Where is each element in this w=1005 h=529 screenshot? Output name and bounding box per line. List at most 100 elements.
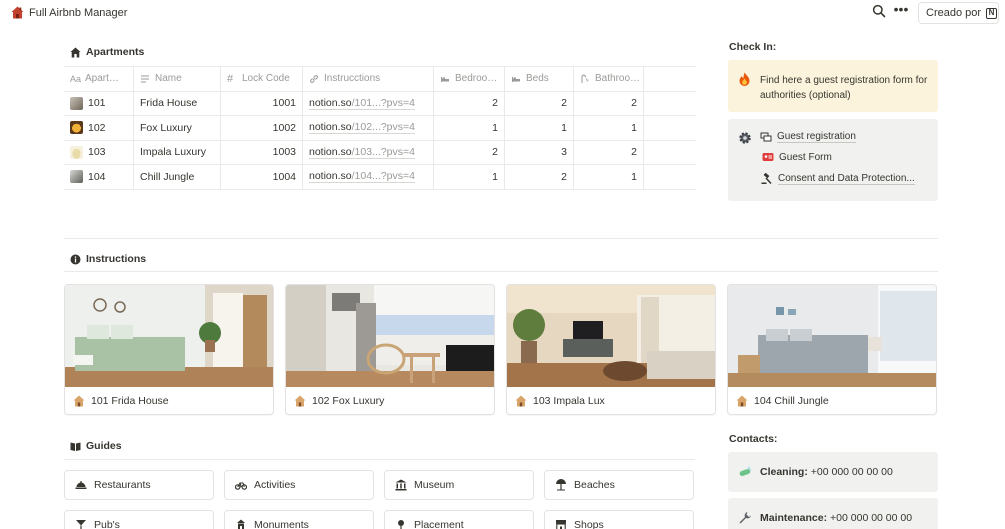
apartment-thumbnail (70, 170, 83, 184)
info-icon (70, 254, 81, 264)
gear-icon (739, 132, 751, 144)
instruction-card-103[interactable]: 103 Impala Lux (506, 284, 716, 415)
cell-empty (644, 116, 696, 140)
cell-bathrooms[interactable]: 2 (574, 91, 644, 115)
guest-registration-link[interactable]: Guest registration (760, 131, 856, 143)
cloche-icon (75, 481, 87, 489)
cell-lock-code[interactable]: 1002 (221, 116, 303, 140)
column-header-instructions[interactable]: Instrucctions (303, 67, 434, 91)
callout-text: Find here a guest registration form for … (760, 75, 928, 101)
table-row[interactable]: 104 Chill Jungle 1004 notion.so/104...?p… (64, 165, 696, 190)
cell-apartment[interactable]: 103 (64, 140, 134, 164)
guide-restaurants-button[interactable]: Restaurants (64, 470, 214, 500)
cell-beds[interactable]: 3 (505, 140, 574, 164)
cell-name[interactable]: Impala Luxury (134, 140, 221, 164)
bed-icon (512, 76, 520, 82)
cell-instructions-link[interactable]: notion.so/103...?pvs=4 (303, 140, 434, 164)
cell-empty (644, 92, 696, 116)
cell-lock-code[interactable]: 1003 (221, 140, 303, 164)
list-lines-icon (141, 75, 149, 83)
apartment-thumbnail (70, 145, 83, 159)
cell-instructions-link[interactable]: notion.so/104...?pvs=4 (303, 165, 434, 189)
cell-lock-code[interactable]: 1004 (221, 165, 303, 189)
column-header-apartment[interactable]: Aa Apart… (64, 67, 134, 91)
column-header-lock-code[interactable]: # Lock Code (221, 67, 303, 91)
cell-name[interactable]: Fox Luxury (134, 116, 221, 140)
consent-data-protection-link[interactable]: Consent and Data Protection... (761, 173, 915, 185)
cell-bedrooms[interactable]: 2 (434, 140, 505, 164)
table-row[interactable]: 103 Impala Luxury 1003 notion.so/103...?… (64, 140, 696, 165)
contact-cleaning: Cleaning: +00 000 00 00 00 (728, 452, 938, 492)
cell-beds[interactable]: 2 (505, 91, 574, 115)
instruction-card-101[interactable]: 101 Frida House (64, 284, 274, 415)
column-header-bathrooms[interactable]: Bathroo… (574, 67, 644, 91)
shop-icon (556, 520, 566, 529)
column-header-empty (644, 67, 696, 91)
created-by-label: Creado por (926, 7, 982, 19)
monument-icon (237, 519, 245, 529)
check-in-links-callout: Guest registration Guest Form Consent an… (728, 119, 938, 201)
card-label: 104 Chill Jungle (736, 395, 829, 407)
guest-form-link[interactable]: Guest Form (762, 151, 832, 163)
apartment-thumbnail (70, 96, 83, 110)
cell-beds[interactable]: 1 (505, 116, 574, 140)
guide-museum-button[interactable]: Museum (384, 470, 534, 500)
bed-icon (441, 76, 449, 82)
cell-name[interactable]: Frida House (134, 91, 221, 115)
museum-icon (395, 479, 407, 491)
cell-instructions-link[interactable]: notion.so/101...?pvs=4 (303, 91, 434, 115)
section-divider (64, 238, 938, 239)
guides-underline (64, 459, 695, 460)
card-label: 102 Fox Luxury (294, 395, 384, 407)
instructions-underline (64, 271, 938, 272)
cell-apartment[interactable]: 102 (64, 116, 134, 140)
book-icon (70, 442, 81, 451)
column-header-beds[interactable]: Beds (505, 67, 574, 91)
notion-logo-icon: N (986, 7, 998, 19)
text-type-icon: Aa (70, 73, 82, 84)
guide-pubs-button[interactable]: Pub's (64, 510, 214, 529)
column-header-name[interactable]: Name (134, 67, 221, 91)
hash-icon: # (227, 72, 234, 85)
registration-callout: Find here a guest registration form for … (728, 60, 938, 112)
cell-lock-code[interactable]: 1001 (221, 91, 303, 115)
cell-instructions-link[interactable]: notion.so/102...?pvs=4 (303, 116, 434, 140)
card-label: 101 Frida House (73, 395, 169, 407)
instruction-card-102[interactable]: 102 Fox Luxury (285, 284, 495, 415)
fire-icon (739, 72, 750, 86)
search-icon[interactable] (872, 4, 886, 18)
cell-apartment[interactable]: 104 (64, 165, 134, 189)
cell-name[interactable]: Chill Jungle (134, 165, 221, 189)
cell-apartment[interactable]: 101 (64, 91, 134, 115)
guide-shops-button[interactable]: Shops (544, 510, 694, 529)
cell-bathrooms[interactable]: 2 (574, 140, 644, 164)
cell-bathrooms[interactable]: 1 (574, 116, 644, 140)
table-row[interactable]: 102 Fox Luxury 1002 notion.so/102...?pvs… (64, 116, 696, 141)
check-in-title: Check In: (729, 41, 777, 53)
guide-beaches-button[interactable]: Beaches (544, 470, 694, 500)
soap-icon (739, 466, 752, 477)
apartment-photo-living-room (507, 285, 715, 387)
page-icon (760, 132, 772, 142)
contact-maintenance: Maintenance: +00 000 00 00 00 (728, 498, 938, 529)
house-icon (70, 47, 81, 57)
apartment-photo-bedroom (65, 285, 273, 387)
beach-umbrella-icon (556, 479, 566, 491)
cell-beds[interactable]: 2 (505, 165, 574, 189)
table-row[interactable]: 101 Frida House 1001 notion.so/101...?pv… (64, 91, 696, 116)
guide-monuments-button[interactable]: Monuments (224, 510, 374, 529)
cell-bedrooms[interactable]: 1 (434, 116, 505, 140)
created-by-button[interactable]: Creado por N (918, 2, 999, 24)
more-options-icon[interactable]: ••• (893, 2, 909, 18)
cell-bedrooms[interactable]: 2 (434, 91, 505, 115)
gavel-icon (761, 173, 772, 185)
column-header-bedrooms[interactable]: Bedroo… (434, 67, 505, 91)
cell-bathrooms[interactable]: 1 (574, 165, 644, 189)
guide-activities-button[interactable]: Activities (224, 470, 374, 500)
instruction-card-104[interactable]: 104 Chill Jungle (727, 284, 937, 415)
cell-bedrooms[interactable]: 1 (434, 165, 505, 189)
cell-empty (644, 141, 696, 165)
guide-placement-button[interactable]: Placement (384, 510, 534, 529)
house-icon (11, 6, 24, 19)
house-icon (294, 395, 306, 407)
